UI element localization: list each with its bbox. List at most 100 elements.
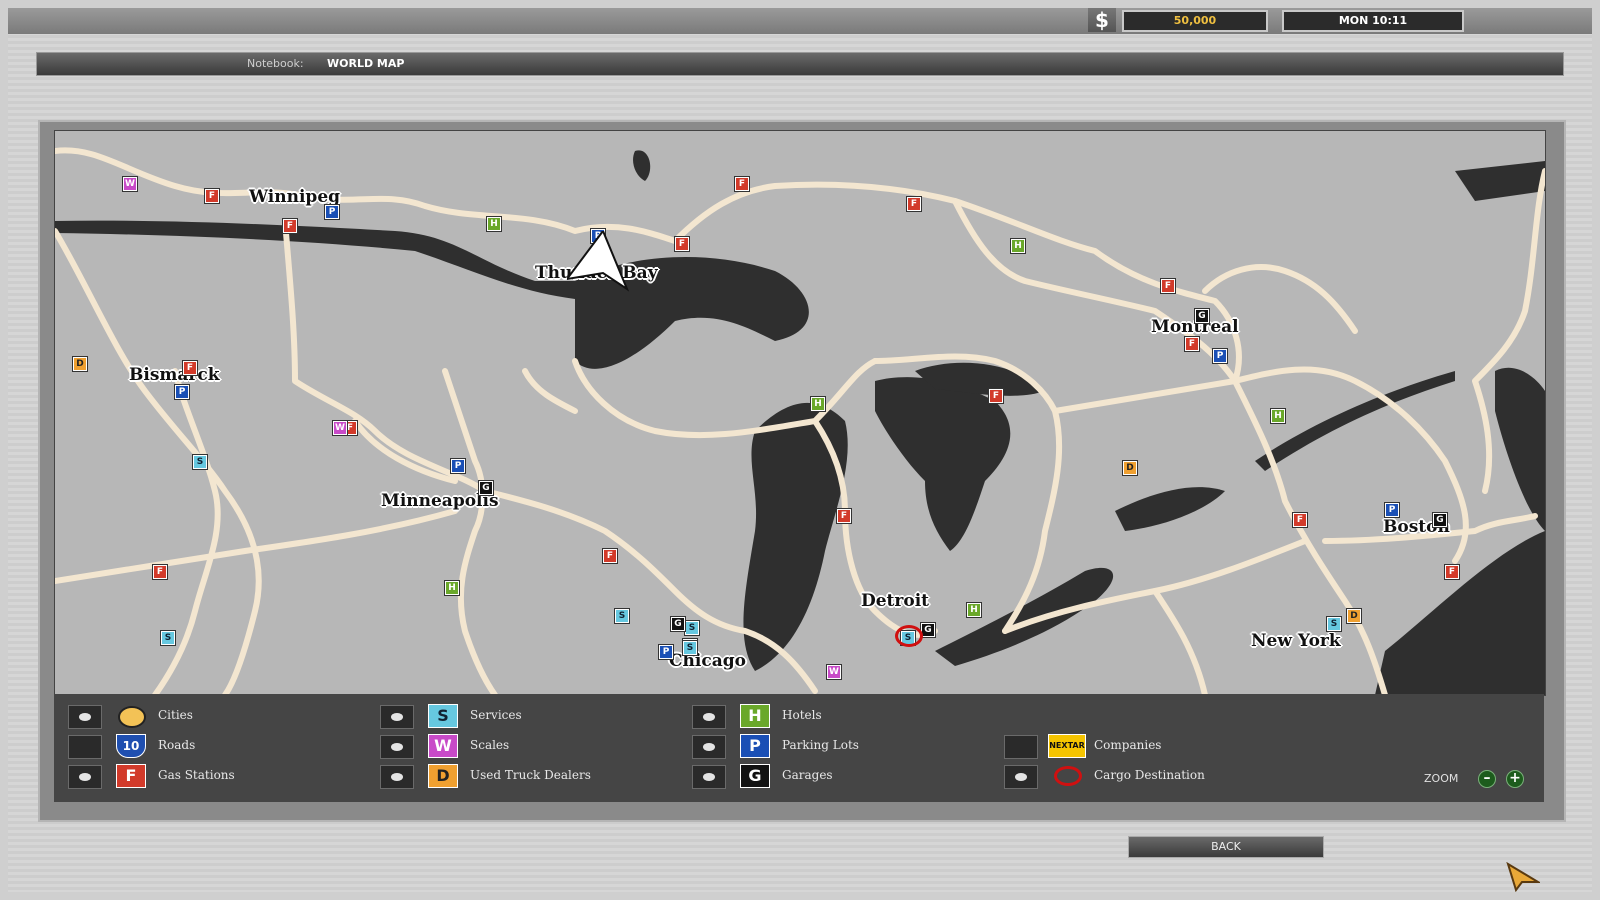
- services-icon: S: [428, 704, 458, 728]
- toggle-on-dot: [79, 713, 91, 721]
- city-label[interactable]: Chicago: [669, 651, 746, 671]
- parking-marker[interactable]: P: [659, 645, 673, 659]
- city-label[interactable]: Bismarck: [129, 365, 220, 385]
- parking-marker[interactable]: P: [451, 459, 465, 473]
- hotel-marker[interactable]: H: [487, 217, 501, 231]
- legend-label: Roads: [158, 738, 196, 752]
- companies-toggle[interactable]: [1004, 735, 1038, 759]
- world-map[interactable]: Winnipeg Thunder Bay Bismarck Montreal M…: [54, 130, 1546, 696]
- garage-marker[interactable]: G: [479, 481, 493, 495]
- services-marker[interactable]: S: [161, 631, 175, 645]
- gas-station-marker[interactable]: F: [283, 219, 297, 233]
- gas-station-marker[interactable]: F: [205, 189, 219, 203]
- hotel-marker[interactable]: H: [967, 603, 981, 617]
- used-truck-dealer-marker[interactable]: D: [73, 357, 87, 371]
- gas-station-marker[interactable]: F: [183, 361, 197, 375]
- cargo-destination-toggle[interactable]: [1004, 765, 1038, 789]
- hotel-marker[interactable]: H: [1271, 409, 1285, 423]
- toggle-on-dot: [1015, 773, 1027, 781]
- roads-icon: 10: [116, 734, 146, 758]
- parking-marker[interactable]: P: [325, 205, 339, 219]
- notebook-title: WORLD MAP: [327, 57, 405, 70]
- back-button[interactable]: BACK: [1128, 836, 1324, 858]
- services-marker[interactable]: S: [193, 455, 207, 469]
- gas-station-marker[interactable]: F: [675, 237, 689, 251]
- garage-marker[interactable]: G: [1433, 513, 1447, 527]
- garages-toggle[interactable]: [692, 765, 726, 789]
- toggle-on-dot: [703, 773, 715, 781]
- gas-station-marker[interactable]: F: [1445, 565, 1459, 579]
- gas-station-marker[interactable]: F: [1185, 337, 1199, 351]
- parking-marker[interactable]: P: [1385, 503, 1399, 517]
- gas-station-marker[interactable]: F: [1293, 513, 1307, 527]
- cargo-destination-ring[interactable]: [895, 625, 923, 647]
- city-label[interactable]: New York: [1251, 631, 1341, 651]
- roads-toggle[interactable]: [68, 735, 102, 759]
- time-display: MON 10:11: [1282, 10, 1464, 32]
- cities-toggle[interactable]: [68, 705, 102, 729]
- services-marker[interactable]: S: [1327, 617, 1341, 631]
- scales-icon: W: [428, 734, 458, 758]
- scales-marker[interactable]: W: [827, 665, 841, 679]
- gas-station-marker[interactable]: F: [1161, 279, 1175, 293]
- toggle-on-dot: [703, 713, 715, 721]
- notebook-label: Notebook:: [247, 57, 304, 70]
- map-terrain: [55, 131, 1545, 695]
- hotel-icon: H: [740, 704, 770, 728]
- used-truck-dealer-marker[interactable]: D: [1123, 461, 1137, 475]
- city-label[interactable]: Detroit: [861, 591, 929, 611]
- money-icon: $: [1088, 8, 1116, 32]
- legend-label: Garages: [782, 768, 833, 782]
- gas-station-marker[interactable]: F: [603, 549, 617, 563]
- gas-station-icon: F: [116, 764, 146, 788]
- zoom-in-button[interactable]: +: [1506, 770, 1524, 788]
- legend-label: Services: [470, 708, 522, 722]
- cities-icon: [118, 706, 146, 728]
- zoom-out-button[interactable]: –: [1478, 770, 1496, 788]
- legend-label: Parking Lots: [782, 738, 859, 752]
- city-label[interactable]: Winnipeg: [249, 187, 340, 207]
- gas-stations-toggle[interactable]: [68, 765, 102, 789]
- parking-lots-toggle[interactable]: [692, 735, 726, 759]
- garage-icon: G: [740, 764, 770, 788]
- zoom-label: ZOOM: [1424, 772, 1459, 785]
- legend-label: Used Truck Dealers: [470, 768, 591, 782]
- scales-marker[interactable]: W: [333, 421, 347, 435]
- hotel-marker[interactable]: H: [811, 397, 825, 411]
- garage-marker[interactable]: G: [921, 623, 935, 637]
- toggle-on-dot: [79, 773, 91, 781]
- hotels-toggle[interactable]: [692, 705, 726, 729]
- services-toggle[interactable]: [380, 705, 414, 729]
- map-legend: Cities 10 Roads F Gas Stations S Service…: [54, 694, 1544, 802]
- money-display: 50,000: [1122, 10, 1268, 32]
- parking-icon: P: [740, 734, 770, 758]
- parking-marker[interactable]: P: [1213, 349, 1227, 363]
- gas-station-marker[interactable]: F: [907, 197, 921, 211]
- toggle-on-dot: [391, 743, 403, 751]
- gas-station-marker[interactable]: F: [735, 177, 749, 191]
- services-marker[interactable]: S: [683, 641, 697, 655]
- garage-marker[interactable]: G: [1195, 309, 1209, 323]
- nextar-logo-icon: NEXTAR: [1048, 734, 1086, 758]
- scales-toggle[interactable]: [380, 735, 414, 759]
- hotel-marker[interactable]: H: [1011, 239, 1025, 253]
- legend-label: Gas Stations: [158, 768, 235, 782]
- notebook-bar: Notebook: WORLD MAP: [36, 52, 1564, 76]
- gas-station-marker[interactable]: F: [153, 565, 167, 579]
- legend-label: Scales: [470, 738, 510, 752]
- toggle-on-dot: [391, 773, 403, 781]
- services-marker[interactable]: S: [615, 609, 629, 623]
- gas-station-marker[interactable]: F: [837, 509, 851, 523]
- used-truck-dealer-marker[interactable]: D: [1347, 609, 1361, 623]
- mouse-cursor-icon: [1506, 862, 1540, 892]
- parking-marker[interactable]: P: [175, 385, 189, 399]
- scales-marker[interactable]: W: [123, 177, 137, 191]
- toggle-on-dot: [703, 743, 715, 751]
- services-marker[interactable]: S: [685, 621, 699, 635]
- garage-marker[interactable]: G: [671, 617, 685, 631]
- gas-station-marker[interactable]: F: [989, 389, 1003, 403]
- used-truck-dealers-toggle[interactable]: [380, 765, 414, 789]
- toggle-on-dot: [391, 713, 403, 721]
- hotel-marker[interactable]: H: [445, 581, 459, 595]
- legend-label: Cargo Destination: [1094, 768, 1205, 782]
